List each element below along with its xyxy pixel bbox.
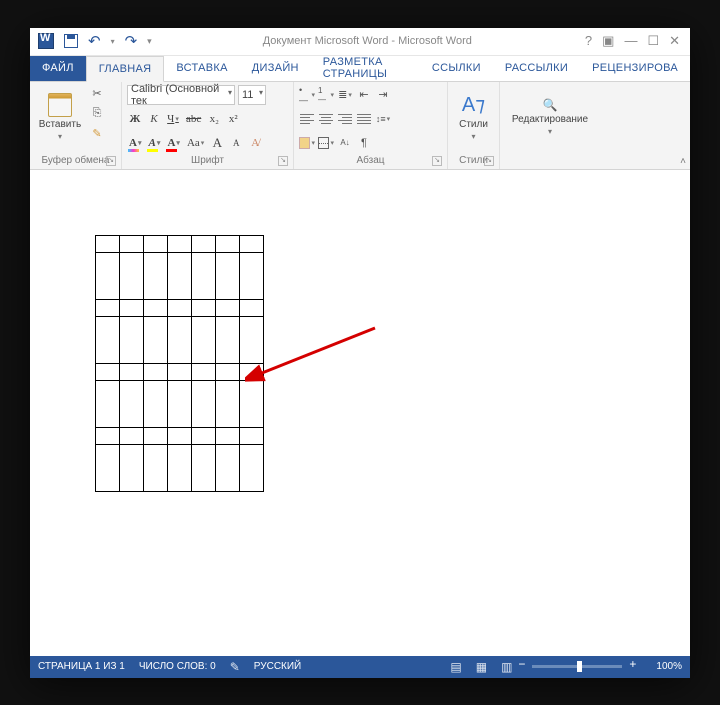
shading-button[interactable] <box>299 136 315 150</box>
justify-button[interactable] <box>356 112 372 126</box>
change-case-button[interactable]: Aa <box>185 134 206 152</box>
tab-design[interactable]: ДИЗАЙН <box>240 56 311 81</box>
word-app-icon <box>38 33 54 49</box>
group-label-editing <box>505 155 595 169</box>
borders-button[interactable] <box>318 136 334 150</box>
font-size-combo[interactable]: 11 <box>238 85 266 105</box>
collapse-ribbon-icon[interactable]: ˄ <box>680 156 686 167</box>
group-label-font: Шрифт↘ <box>127 155 288 169</box>
help-icon[interactable]: ? <box>585 33 592 49</box>
increase-indent-button[interactable] <box>375 88 391 102</box>
grow-font-button[interactable]: A <box>209 134 225 152</box>
strikethrough-button[interactable]: abc <box>184 110 203 128</box>
save-icon[interactable] <box>64 34 78 48</box>
multilevel-list-button[interactable] <box>337 88 353 102</box>
maximize-icon[interactable]: ☐ <box>647 33 659 49</box>
paste-button[interactable]: Вставить ▾ <box>35 84 85 150</box>
decrease-indent-button[interactable] <box>356 88 372 102</box>
group-label-paragraph: Абзац↘ <box>299 155 442 169</box>
clear-formatting-button[interactable]: A̸ <box>247 134 263 152</box>
editing-label: Редактирование <box>512 114 588 125</box>
font-launcher-icon[interactable]: ↘ <box>278 156 288 166</box>
ribbon-tabs: ФАЙЛ ГЛАВНАЯ ВСТАВКА ДИЗАЙН РАЗМЕТКА СТР… <box>30 56 690 82</box>
redo-icon[interactable]: ↷ <box>125 32 138 50</box>
read-mode-icon[interactable]: ▤ <box>450 660 461 674</box>
paragraph-launcher-icon[interactable]: ↘ <box>432 156 442 166</box>
align-right-button[interactable] <box>337 112 353 126</box>
highlight-button[interactable]: A <box>146 134 162 152</box>
window-controls: ? ▣ — ☐ ✕ <box>575 33 690 49</box>
group-clipboard: Вставить ▾ Буфер обмена↘ <box>30 82 122 169</box>
status-language[interactable]: РУССКИЙ <box>254 661 301 672</box>
page <box>50 190 670 646</box>
minimize-icon[interactable]: — <box>624 33 637 49</box>
align-left-button[interactable] <box>299 112 315 126</box>
qat-customize-icon[interactable]: ▾ <box>147 36 152 47</box>
zoom-percent[interactable]: 100% <box>656 661 682 672</box>
font-color-button[interactable]: A <box>165 134 181 152</box>
zoom-thumb[interactable] <box>577 661 582 672</box>
line-spacing-button[interactable] <box>375 112 391 126</box>
paste-icon <box>48 93 72 117</box>
status-word-count[interactable]: ЧИСЛО СЛОВ: 0 <box>139 661 216 672</box>
bold-button[interactable]: Ж <box>127 110 143 128</box>
group-label-clipboard: Буфер обмена↘ <box>35 155 116 169</box>
sort-button[interactable] <box>337 136 353 150</box>
align-center-button[interactable] <box>318 112 334 126</box>
web-layout-icon[interactable]: ▥ <box>501 660 512 674</box>
ribbon-options-icon[interactable]: ▣ <box>602 33 614 49</box>
tab-page-layout[interactable]: РАЗМЕТКА СТРАНИЦЫ <box>311 56 420 81</box>
numbering-button[interactable] <box>318 88 334 102</box>
text-effects-button[interactable]: A <box>127 134 143 152</box>
app-window: ↶ ▾ ↷ ▾ Документ Microsoft Word - Micros… <box>30 28 690 678</box>
editing-button[interactable]: Редактирование ▾ <box>505 84 595 150</box>
document-area[interactable] <box>30 170 690 656</box>
styles-icon: A⁊ <box>462 92 485 117</box>
tab-mailings[interactable]: РАССЫЛКИ <box>493 56 580 81</box>
annotation-arrow <box>245 320 395 390</box>
cut-icon[interactable] <box>89 86 105 102</box>
find-icon <box>543 98 558 112</box>
italic-button[interactable]: К <box>146 110 162 128</box>
tab-references[interactable]: ССЫЛКИ <box>420 56 493 81</box>
zoom-in-icon[interactable]: + <box>629 657 636 671</box>
status-bar: СТРАНИЦА 1 ИЗ 1 ЧИСЛО СЛОВ: 0 ✎ РУССКИЙ … <box>30 656 690 678</box>
close-icon[interactable]: ✕ <box>669 33 680 49</box>
tab-home[interactable]: ГЛАВНАЯ <box>86 56 165 82</box>
subscript-button[interactable]: x₂ <box>206 110 222 128</box>
show-marks-button[interactable] <box>356 136 372 150</box>
styles-button[interactable]: A⁊ Стили ▾ <box>453 84 494 150</box>
print-layout-icon[interactable]: ▦ <box>476 660 487 674</box>
underline-button[interactable]: Ч <box>165 110 181 128</box>
tab-insert[interactable]: ВСТАВКА <box>164 56 239 81</box>
copy-icon[interactable] <box>89 106 105 122</box>
group-paragraph: Абзац↘ <box>294 82 448 169</box>
zoom-slider[interactable]: − + <box>532 665 622 668</box>
font-name-combo[interactable]: Calibri (Основной тек <box>127 85 235 105</box>
paste-label: Вставить <box>39 119 81 130</box>
window-title: Документ Microsoft Word - Microsoft Word <box>160 35 575 47</box>
styles-label: Стили <box>459 119 488 130</box>
tab-review[interactable]: РЕЦЕНЗИРОВА <box>580 56 690 81</box>
spellcheck-icon[interactable]: ✎ <box>230 660 240 674</box>
undo-icon[interactable]: ↶ <box>88 32 101 50</box>
clipboard-launcher-icon[interactable]: ↘ <box>106 156 116 166</box>
status-page[interactable]: СТРАНИЦА 1 ИЗ 1 <box>38 661 125 672</box>
title-bar: ↶ ▾ ↷ ▾ Документ Microsoft Word - Micros… <box>30 28 690 56</box>
word-table[interactable] <box>95 235 264 492</box>
tab-file[interactable]: ФАЙЛ <box>30 56 86 81</box>
superscript-button[interactable]: x² <box>225 110 241 128</box>
undo-more-icon[interactable]: ▾ <box>111 37 115 46</box>
group-editing: Редактирование ▾ <box>500 82 600 169</box>
zoom-out-icon[interactable]: − <box>518 657 525 671</box>
group-font: Calibri (Основной тек 11 Ж К Ч abc x₂ x²… <box>122 82 294 169</box>
group-label-styles: Стили↘ <box>453 155 494 169</box>
group-styles: A⁊ Стили ▾ Стили↘ <box>448 82 500 169</box>
shrink-font-button[interactable]: A <box>228 134 244 152</box>
format-painter-icon[interactable] <box>89 126 105 142</box>
quick-access-toolbar: ↶ ▾ ↷ ▾ <box>30 32 160 50</box>
styles-launcher-icon[interactable]: ↘ <box>484 156 494 166</box>
ribbon: Вставить ▾ Буфер обмена↘ Calibri (Основн… <box>30 82 690 170</box>
bullets-button[interactable] <box>299 88 315 102</box>
